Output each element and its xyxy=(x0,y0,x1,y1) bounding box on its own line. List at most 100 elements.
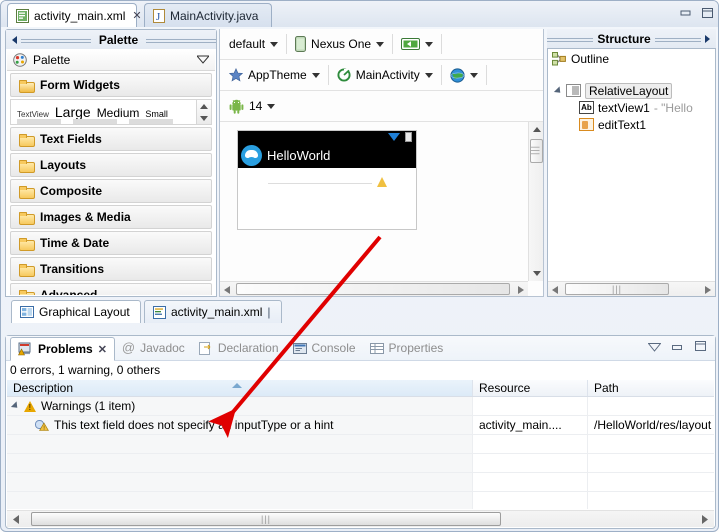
maximize-button[interactable] xyxy=(701,6,714,19)
cell-description xyxy=(7,454,473,472)
collapse-left-arrow-icon[interactable] xyxy=(12,35,17,44)
edittext-widget[interactable] xyxy=(268,183,372,184)
palette-item-textview[interactable]: TextView xyxy=(17,110,49,119)
config-selector[interactable]: default xyxy=(224,32,283,56)
cell-description xyxy=(7,435,473,453)
page-tab-activity-main-xml[interactable]: activity_main.xml | xyxy=(144,300,282,323)
palette-group-label: Layouts xyxy=(40,158,87,172)
scroll-down-icon[interactable] xyxy=(200,115,208,121)
table-row[interactable] xyxy=(7,492,714,509)
tree-node-edittext1[interactable]: editText1 xyxy=(548,116,715,133)
outline-horizontal-scrollbar[interactable]: ||| xyxy=(548,281,715,296)
outline-tree[interactable]: RelativeLayout Ab textView1 - "Hello edi… xyxy=(547,68,716,297)
orientation-selector[interactable] xyxy=(396,32,438,56)
palette-scroll-spinner[interactable] xyxy=(196,100,211,124)
chevron-down-icon[interactable] xyxy=(424,72,433,78)
horizontal-scroll-thumb[interactable]: ||| xyxy=(31,512,501,526)
scroll-right-icon[interactable] xyxy=(700,282,715,296)
maximize-icon[interactable] xyxy=(694,340,707,355)
scroll-left-icon[interactable] xyxy=(9,512,24,527)
table-row[interactable]: Warnings (1 item) xyxy=(7,397,714,416)
chevron-down-icon[interactable] xyxy=(425,41,434,47)
device-preview[interactable]: HelloWorld xyxy=(237,130,417,230)
column-header-resource[interactable]: Resource xyxy=(473,380,588,396)
palette-group-images-media[interactable]: Images & Media xyxy=(10,205,212,229)
tree-node-relativelayout[interactable]: RelativeLayout xyxy=(548,82,715,99)
view-tab-declaration[interactable]: Declaration xyxy=(192,336,286,360)
minimize-button[interactable] xyxy=(679,6,692,19)
canvas-vertical-scrollbar[interactable]: ||| xyxy=(528,122,543,281)
editor-tab-mainactivity-java[interactable]: J MainActivity.java xyxy=(144,3,272,27)
horizontal-scroll-thumb[interactable] xyxy=(236,283,510,295)
palette-group-composite[interactable]: Composite xyxy=(10,179,212,203)
canvas-surface[interactable]: HelloWorld xyxy=(220,122,528,281)
table-row[interactable] xyxy=(7,435,714,454)
palette-group-text-fields[interactable]: Text Fields xyxy=(10,127,212,151)
palette-group-transitions[interactable]: Transitions xyxy=(10,257,212,281)
device-selector[interactable]: Nexus One xyxy=(290,32,389,56)
close-icon[interactable]: ✕ xyxy=(98,343,107,356)
palette-group-time-date[interactable]: Time & Date xyxy=(10,231,212,255)
view-menu-chevron-icon[interactable] xyxy=(195,53,211,67)
column-header-path[interactable]: Path xyxy=(588,380,714,396)
view-tab-properties[interactable]: Properties xyxy=(363,336,451,360)
palette-group-layouts[interactable]: Layouts xyxy=(10,153,212,177)
scroll-down-icon[interactable] xyxy=(529,266,543,281)
palette-group-label: Images & Media xyxy=(40,210,131,224)
activity-label: MainActivity xyxy=(355,68,420,82)
scroll-right-icon[interactable] xyxy=(513,282,528,296)
problems-table[interactable]: Description Resource Path Warnings (1 it… xyxy=(7,380,714,509)
column-header-description[interactable]: Description xyxy=(7,380,473,396)
chevron-down-icon[interactable] xyxy=(270,41,279,47)
view-tab-problems[interactable]: Problems ✕ xyxy=(10,337,115,361)
vertical-scroll-thumb[interactable]: ||| xyxy=(530,139,543,163)
horizontal-scroll-thumb[interactable]: ||| xyxy=(565,283,669,295)
tree-node-textview1[interactable]: Ab textView1 - "Hello xyxy=(548,99,715,116)
chevron-down-icon[interactable] xyxy=(469,72,478,78)
outline-tab[interactable]: Outline xyxy=(547,48,716,68)
palette-item-small[interactable]: Small xyxy=(145,109,168,119)
palette-title-row[interactable]: Palette xyxy=(7,50,215,71)
device-content-area[interactable] xyxy=(238,168,416,229)
cell-resource xyxy=(473,454,588,472)
scroll-up-icon[interactable] xyxy=(529,122,543,137)
warning-triangle-icon[interactable] xyxy=(377,177,388,187)
view-tab-javadoc[interactable]: @ Javadoc xyxy=(115,336,192,360)
editor-tab-activity-main-xml[interactable]: activity_main.xml ✕ xyxy=(7,3,142,27)
table-row[interactable] xyxy=(7,454,714,473)
view-menu-icon[interactable] xyxy=(647,341,662,355)
palette-item-medium[interactable]: Medium xyxy=(97,106,140,120)
close-icon[interactable]: ✕ xyxy=(132,9,141,22)
tree-expander-icon[interactable] xyxy=(10,401,21,411)
palette-items-form-widgets[interactable]: TextView Large Medium Small xyxy=(10,99,212,125)
activity-selector[interactable]: MainActivity xyxy=(332,63,438,87)
palette-view: Palette Palette Form Widgets TextView La… xyxy=(5,29,217,297)
editor-tab-strip: activity_main.xml ✕ J MainActivity.java xyxy=(1,1,718,27)
table-row[interactable]: ! This text field does not specify an in… xyxy=(7,416,714,435)
table-row[interactable] xyxy=(7,473,714,492)
scroll-up-icon[interactable] xyxy=(200,103,208,109)
expand-right-arrow-icon[interactable] xyxy=(705,34,710,43)
layout-canvas[interactable]: HelloWorld ||| xyxy=(220,122,543,296)
palette-group-advanced[interactable]: Advanced xyxy=(10,283,212,295)
view-tab-console[interactable]: Console xyxy=(286,336,363,360)
battery-icon xyxy=(405,132,412,142)
minimize-icon[interactable] xyxy=(671,341,684,355)
palette-group-form-widgets[interactable]: Form Widgets xyxy=(10,73,212,97)
scroll-left-icon[interactable] xyxy=(220,282,235,296)
api-level-selector[interactable]: 14 xyxy=(224,94,280,118)
folder-icon xyxy=(19,185,35,199)
chevron-down-icon[interactable] xyxy=(376,41,385,47)
tree-expander-icon[interactable] xyxy=(553,85,564,96)
scroll-right-icon[interactable] xyxy=(697,512,712,527)
scroll-left-icon[interactable] xyxy=(548,282,563,296)
canvas-horizontal-scrollbar[interactable] xyxy=(220,281,528,296)
palette-view-header: Palette xyxy=(6,30,217,49)
locale-selector[interactable] xyxy=(445,63,483,87)
chevron-down-icon[interactable] xyxy=(311,72,320,78)
problems-horizontal-scrollbar[interactable]: ||| xyxy=(7,510,714,527)
palette-item-large[interactable]: Large xyxy=(55,104,91,120)
chevron-down-icon[interactable] xyxy=(267,103,276,109)
page-tab-graphical-layout[interactable]: Graphical Layout xyxy=(11,300,141,323)
theme-selector[interactable]: AppTheme xyxy=(224,63,325,87)
